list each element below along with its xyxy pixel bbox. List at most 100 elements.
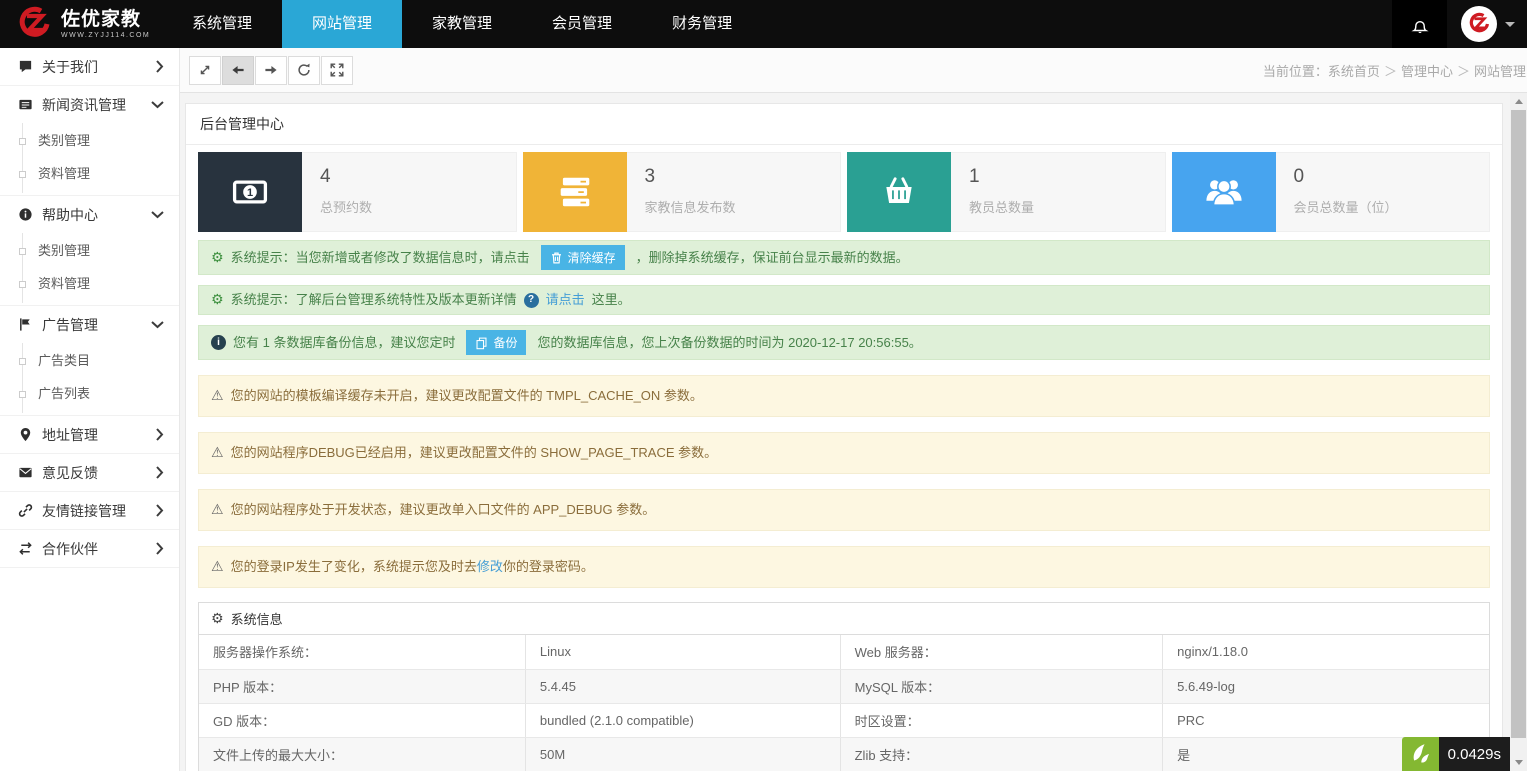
scrollbar-thumb[interactable]: [1511, 110, 1526, 738]
server-icon: [523, 152, 627, 232]
alert-backup: i 您有 1 条数据库备份信息，建议您定时 备份 您的数据库信息，您上次备份数据…: [198, 325, 1490, 360]
sidebar-item-help[interactable]: 帮助中心: [0, 196, 179, 233]
alert-text: ，删除掉系统缓存，保证前台显示最新的数据。: [636, 248, 909, 268]
breadcrumb-item-home[interactable]: 系统首页: [1328, 64, 1380, 79]
sysinfo-label: 服务器操作系统：: [199, 635, 525, 669]
link-icon: [18, 503, 33, 518]
stat-label: 会员总数量（位）: [1294, 197, 1398, 216]
chevron-right-icon: [156, 466, 164, 479]
warning-icon: ⚠: [211, 557, 224, 577]
alert-text: 您的网站程序处于开发状态，建议更改单入口文件的 APP_DEBUG 参数。: [231, 500, 656, 520]
sidebar-item-partners[interactable]: 合作伙伴: [0, 530, 179, 567]
basket-icon: [847, 152, 951, 232]
refresh-button[interactable]: [288, 56, 320, 85]
sidebar-item-feedback[interactable]: 意见反馈: [0, 454, 179, 491]
sysinfo-value: 5.4.45: [525, 669, 840, 703]
sidebar-subitem-news-material[interactable]: 资料管理: [0, 157, 179, 190]
nav-item-finance[interactable]: 财务管理: [642, 0, 762, 48]
chevron-down-icon: [151, 321, 164, 329]
sysinfo-label: 文件上传的最大大小：: [199, 737, 525, 771]
page-render-time[interactable]: 0.0429s: [1439, 737, 1510, 771]
chevron-right-icon: [156, 504, 164, 517]
warning-icon: ⚠: [211, 500, 224, 520]
forward-button[interactable]: [255, 56, 287, 85]
breadcrumb-item-website[interactable]: 网站管理: [1474, 64, 1526, 79]
debug-badge: 0.0429s: [1402, 737, 1510, 771]
collapse-sidebar-button[interactable]: [189, 56, 221, 85]
nav-item-system[interactable]: 系统管理: [162, 0, 282, 48]
sysinfo-value: nginx/1.18.0: [1163, 635, 1489, 669]
sidebar-submenu-help: 类别管理 资料管理: [0, 233, 179, 305]
exchange-icon: [18, 541, 33, 556]
fullscreen-button[interactable]: [321, 56, 353, 85]
scrollbar-down-button[interactable]: [1510, 754, 1527, 771]
brand[interactable]: 佐优家教 WWW.ZYJJ114.COM: [0, 0, 162, 48]
nav-item-website[interactable]: 网站管理: [282, 0, 402, 48]
alert-text: 这里。: [592, 290, 631, 310]
sidebar-subitem-ads-category[interactable]: 广告类目: [0, 344, 179, 377]
button-label: 备份: [493, 334, 517, 351]
svg-text:1: 1: [247, 187, 253, 199]
stat-card-appointments[interactable]: 1 4 总预约数: [198, 152, 517, 232]
comment-icon: [18, 59, 33, 74]
brand-logo-icon: [14, 4, 54, 44]
sidebar-item-ads[interactable]: 广告管理: [0, 306, 179, 343]
sidebar-item-label: 友情链接管理: [42, 501, 126, 521]
navbar-spacer: [762, 0, 1392, 48]
stat-cards: 1 4 总预约数 3 家教信息发布数: [198, 152, 1490, 232]
breadcrumb-separator: ＞: [1384, 64, 1397, 79]
flag-icon: [18, 317, 33, 332]
warning-icon: ⚠: [211, 443, 224, 463]
user-menu-caret-icon[interactable]: [1505, 22, 1515, 27]
sidebar-subitem-help-category[interactable]: 类别管理: [0, 234, 179, 267]
sysinfo-label: PHP 版本：: [199, 669, 525, 703]
details-link[interactable]: 请点击: [546, 290, 585, 310]
stat-card-teachers[interactable]: 1 教员总数量: [847, 152, 1166, 232]
sysinfo-value: bundled (2.1.0 compatible): [525, 703, 840, 737]
sidebar-subitem-news-category[interactable]: 类别管理: [0, 124, 179, 157]
alert-clear-cache: ⚙ 系统提示：当您新增或者修改了数据信息时，请点击 清除缓存 ，删除掉系统缓存，…: [198, 240, 1490, 275]
brand-title: 佐优家教: [61, 9, 150, 30]
system-info-section: ⚙ 系统信息 服务器操作系统： Linux Web 服务器： nginx/1.1…: [198, 602, 1490, 771]
thinkphp-leaf-icon[interactable]: [1402, 737, 1439, 771]
back-button[interactable]: [222, 56, 254, 85]
stat-label: 教员总数量: [969, 197, 1034, 216]
sidebar-item-news[interactable]: 新闻资讯管理: [0, 86, 179, 123]
breadcrumb: 当前位置：系统首页＞管理中心＞网站管理: [1263, 61, 1527, 80]
sidebar-group-links: 友情链接管理: [0, 492, 179, 530]
chevron-down-icon: [151, 211, 164, 219]
sidebar-item-label: 意见反馈: [42, 463, 98, 483]
alert-login-ip: ⚠ 您的登录IP发生了变化，系统提示您及时去修改你的登录密码。: [198, 546, 1490, 588]
stat-value: 4: [320, 166, 372, 188]
sidebar-item-label: 新闻资讯管理: [42, 95, 126, 115]
sysinfo-label: 时区设置：: [840, 703, 1163, 737]
user-avatar[interactable]: [1461, 6, 1497, 42]
main-menu: 系统管理 网站管理 家教管理 会员管理 财务管理: [162, 0, 762, 48]
scrollbar-up-button[interactable]: [1510, 93, 1527, 110]
stat-label: 总预约数: [320, 197, 372, 216]
alert-tmpl-cache: ⚠ 您的网站的模板编译缓存未开启，建议更改配置文件的 TMPL_CACHE_ON…: [198, 375, 1490, 417]
clear-cache-button[interactable]: 清除缓存: [541, 245, 625, 270]
stat-value: 0: [1294, 166, 1398, 188]
notifications-button[interactable]: [1392, 0, 1447, 48]
sidebar-group-partners: 合作伙伴: [0, 530, 179, 568]
chevron-right-icon: [156, 60, 164, 73]
breadcrumb-item-admin[interactable]: 管理中心: [1401, 64, 1453, 79]
change-password-link[interactable]: 修改: [477, 559, 503, 574]
nav-item-member[interactable]: 会员管理: [522, 0, 642, 48]
vertical-scrollbar[interactable]: [1510, 93, 1527, 771]
sidebar-subitem-help-material[interactable]: 资料管理: [0, 267, 179, 300]
sidebar-item-about[interactable]: 关于我们: [0, 48, 179, 85]
stat-card-members[interactable]: 0 会员总数量（位）: [1172, 152, 1491, 232]
sidebar-item-address[interactable]: 地址管理: [0, 416, 179, 453]
sysinfo-value: Linux: [525, 635, 840, 669]
backup-button[interactable]: 备份: [466, 330, 526, 355]
stat-card-tutor-posts[interactable]: 3 家教信息发布数: [523, 152, 842, 232]
stat-label: 家教信息发布数: [645, 197, 736, 216]
question-circle-icon: ?: [524, 293, 539, 308]
sidebar-subitem-ads-list[interactable]: 广告列表: [0, 377, 179, 410]
newspaper-icon: [18, 97, 33, 112]
sidebar-item-links[interactable]: 友情链接管理: [0, 492, 179, 529]
alert-text: 系统提示：了解后台管理系统特性及版本更新详情: [231, 290, 517, 310]
nav-item-tutor[interactable]: 家教管理: [402, 0, 522, 48]
